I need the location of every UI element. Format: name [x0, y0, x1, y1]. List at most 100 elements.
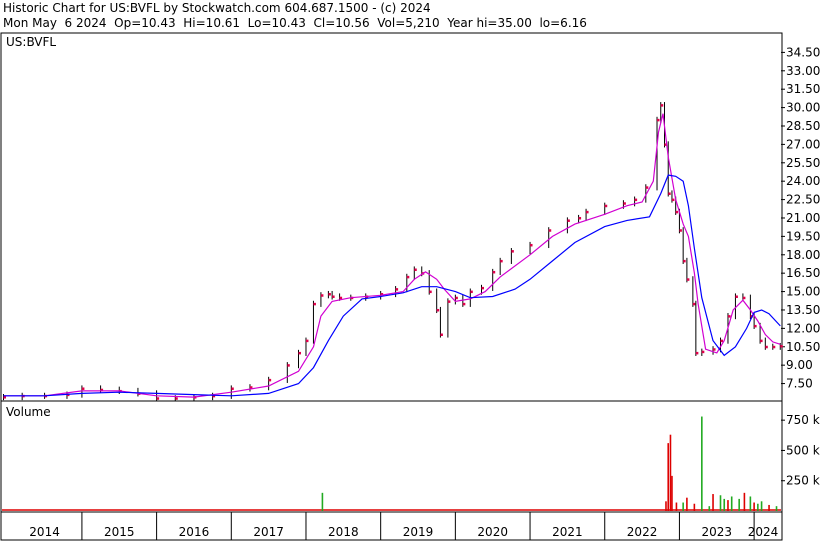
close-tick	[634, 198, 638, 202]
price-tick-label: 10.50	[786, 340, 820, 354]
close-tick	[81, 387, 85, 390]
volume-tick-label: 750 k	[786, 413, 820, 427]
close-tick	[671, 198, 675, 202]
moving-average-long	[3, 174, 781, 397]
price-tick-label: 16.50	[786, 266, 820, 280]
year-label: 2014	[29, 525, 60, 539]
close-tick	[320, 294, 324, 297]
symbol-label: US:BVFL	[6, 35, 56, 49]
price-tick-label: 25.50	[786, 156, 820, 170]
year-label: 2015	[104, 525, 135, 539]
volume-label: Volume	[6, 405, 51, 419]
year-label: 2023	[701, 525, 732, 539]
close-tick	[429, 290, 432, 294]
close-tick	[268, 378, 272, 382]
price-panel-frame	[0, 32, 783, 402]
close-tick	[305, 339, 309, 343]
price-tick-label: 31.50	[786, 82, 820, 96]
close-tick	[760, 339, 763, 343]
price-tick-label: 18.00	[786, 248, 820, 262]
close-tick	[604, 204, 608, 208]
year-label: 2018	[328, 525, 359, 539]
close-tick	[668, 192, 671, 195]
price-tick-label: 9.00	[786, 358, 813, 372]
close-tick	[455, 296, 458, 300]
volume-axis-ticks: 250 k 500 k 750 k	[781, 413, 820, 488]
close-tick	[701, 350, 705, 354]
close-tick	[548, 229, 552, 232]
year-label: 2022	[627, 525, 658, 539]
close-tick	[586, 210, 589, 214]
moving-average-short	[3, 113, 781, 398]
price-tick-label: 27.00	[786, 137, 820, 151]
close-tick	[298, 351, 302, 355]
price-bars	[2, 102, 783, 402]
close-tick	[492, 270, 496, 274]
close-tick	[436, 308, 440, 312]
close-tick	[686, 278, 690, 281]
price-tick-label: 28.50	[786, 119, 820, 133]
close-tick	[511, 250, 514, 253]
close-tick	[720, 339, 724, 343]
close-tick	[675, 210, 679, 214]
year-label: 2021	[552, 525, 583, 539]
close-tick	[500, 259, 503, 263]
close-tick	[645, 186, 649, 189]
close-tick	[462, 302, 466, 306]
close-tick	[780, 345, 783, 348]
close-tick	[175, 397, 178, 400]
close-tick	[440, 333, 443, 337]
close-tick	[567, 219, 570, 222]
close-tick	[530, 243, 533, 247]
price-tick-label: 21.00	[786, 211, 820, 225]
year-label: 2016	[179, 525, 210, 539]
close-tick	[679, 229, 682, 232]
close-tick	[660, 104, 664, 107]
price-axis-ticks: 7.50 9.00 10.50 12.00 13.50 15.00 16.50 18.00 19…	[781, 45, 820, 391]
volume-panel-frame	[0, 400, 783, 513]
price-tick-label: 15.00	[786, 285, 820, 299]
price-tick-label: 24.00	[786, 174, 820, 188]
price-tick-label: 7.50	[786, 377, 813, 391]
volume-tick-label: 500 k	[786, 443, 820, 457]
close-tick	[683, 259, 686, 263]
close-tick	[657, 118, 660, 122]
price-tick-label: 30.00	[786, 101, 820, 115]
close-tick	[339, 296, 343, 300]
close-tick	[578, 216, 582, 220]
close-tick	[3, 396, 6, 399]
close-tick	[332, 295, 335, 298]
close-tick	[735, 295, 738, 298]
close-tick	[765, 345, 768, 349]
close-tick	[313, 302, 316, 306]
close-tick	[156, 397, 160, 400]
year-label: 2019	[403, 525, 434, 539]
close-tick	[287, 364, 290, 367]
close-tick	[754, 324, 757, 328]
price-tick-label: 12.00	[786, 321, 820, 335]
close-tick	[481, 286, 484, 290]
close-tick	[414, 268, 417, 271]
price-tick-label: 33.00	[786, 64, 820, 78]
date-axis-ticks: 2014 2015 2016 2017 2018 2019 2020 2021 2022 2023…	[29, 512, 778, 540]
year-label: 2020	[477, 525, 508, 539]
close-tick	[772, 345, 776, 349]
close-tick	[328, 293, 331, 296]
price-tick-label: 22.50	[786, 193, 820, 207]
close-tick	[231, 387, 234, 390]
price-tick-label: 13.50	[786, 303, 820, 317]
close-tick	[395, 288, 399, 291]
historic-chart: US:BVFL Volume 7.50 9.00 10.50 12.00 13.50 15…	[0, 32, 820, 541]
close-tick	[692, 302, 696, 306]
close-tick	[406, 275, 410, 279]
volume-tick-label: 250 k	[786, 474, 820, 488]
close-tick	[447, 300, 451, 303]
moving-average-lines	[3, 113, 781, 398]
price-tick-label: 19.50	[786, 229, 820, 243]
year-label: 2017	[253, 525, 284, 539]
price-tick-label: 34.50	[786, 45, 820, 59]
close-tick	[695, 351, 699, 355]
close-tick	[623, 202, 626, 205]
volume-bars	[2, 416, 781, 511]
year-label: 2024	[748, 525, 779, 539]
